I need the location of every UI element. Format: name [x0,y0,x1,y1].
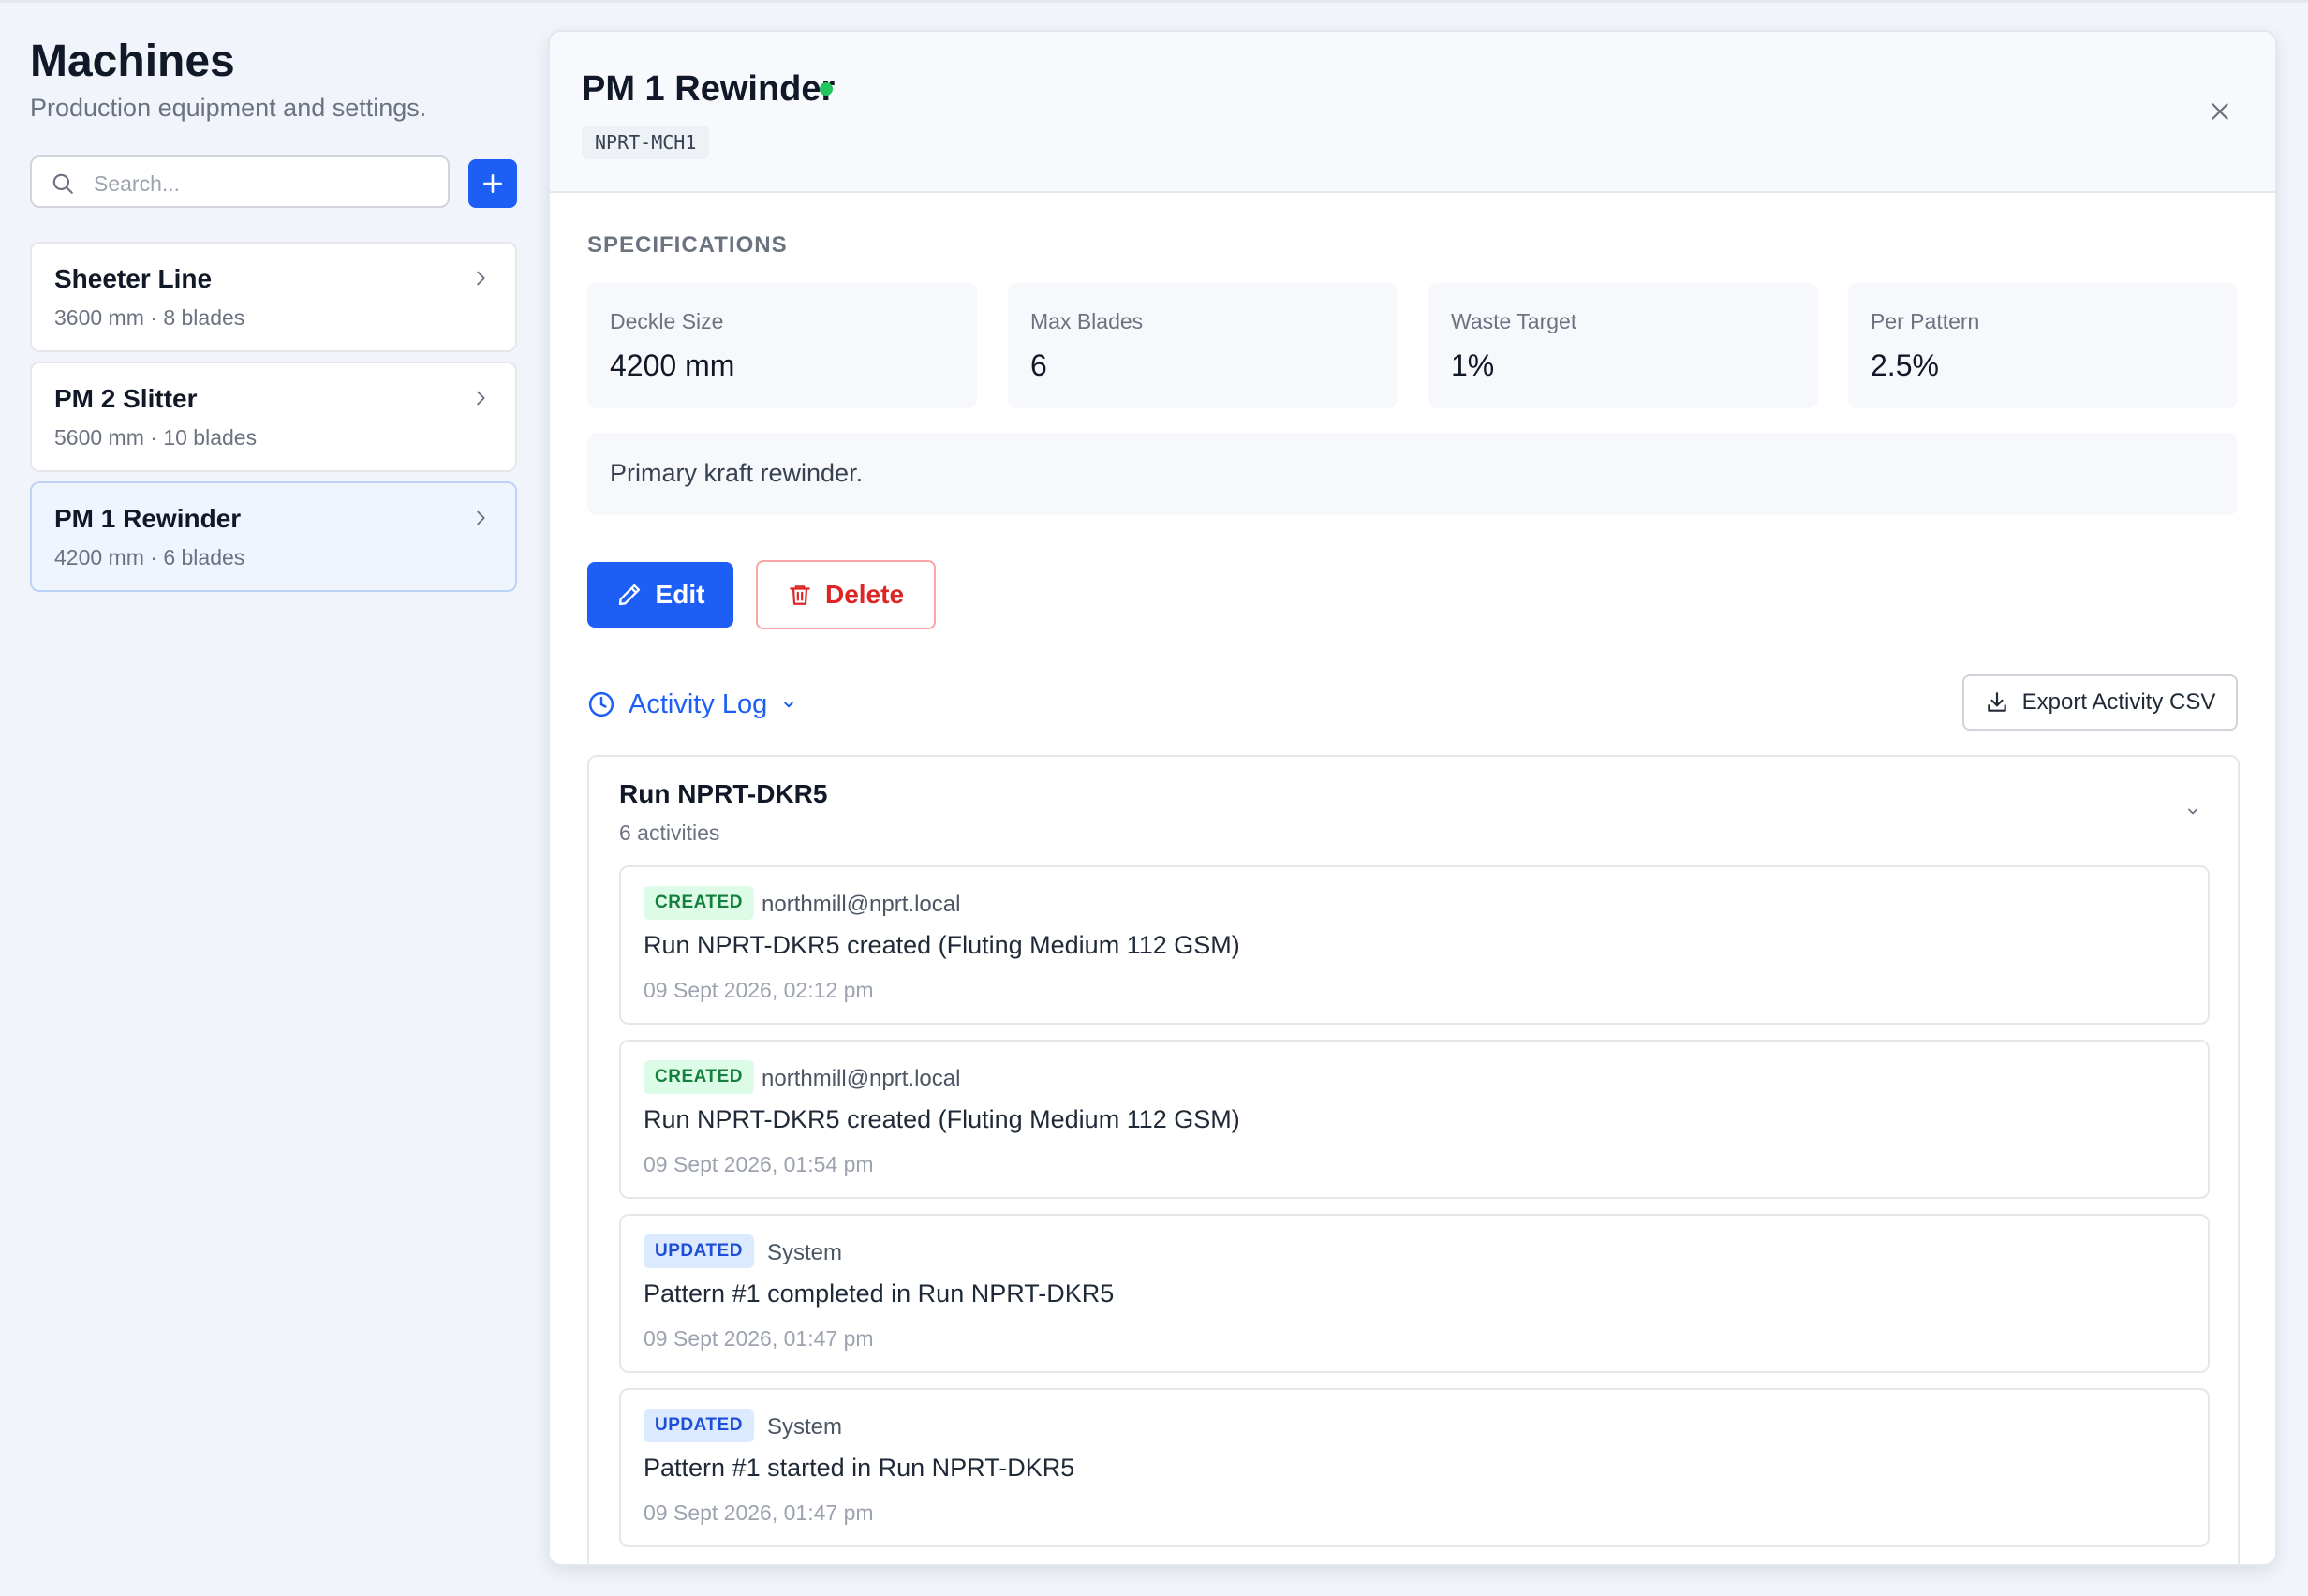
search-input[interactable] [92,167,433,200]
machine-description: Primary kraft rewinder. [587,433,2238,515]
search-row [30,155,517,212]
spec-value: 6 [1030,348,1047,382]
activity-type-badge: UPDATED [644,1409,754,1442]
activity-type-badge: UPDATED [644,1234,754,1268]
specifications-label: SPECIFICATIONS [587,232,788,258]
search-icon [52,173,73,194]
activity-message: Pattern #1 started in Run NPRT-DKR5 [644,1454,1075,1482]
chevron-right-icon [477,391,485,406]
detail-header: PM 1 Rewinder NPRT-MCH1 [550,32,2275,193]
edit-button[interactable]: Edit [587,562,733,628]
spec-value: 1% [1451,348,1495,382]
page-title: Machines [30,37,235,86]
activity-user: northmill@nprt.local [762,1066,961,1091]
spec-label: Per Pattern [1871,309,1980,333]
chevron-down-icon [784,702,794,708]
activity-time: 09 Sept 2026, 01:54 pm [644,1152,874,1176]
page-subtitle: Production equipment and settings. [30,94,427,122]
activity-time: 09 Sept 2026, 02:12 pm [644,978,874,1002]
clock-icon [588,691,614,717]
spec-label: Waste Target [1451,309,1577,333]
activity-item: CREATED northmill@nprt.local Run NPRT-DK… [619,865,2210,1025]
spec-max-blades: Max Blades 6 [1008,283,1398,408]
machine-name: PM 1 Rewinder [54,504,242,533]
activity-message: Pattern #1 completed in Run NPRT-DKR5 [644,1279,1115,1308]
activity-message: Run NPRT-DKR5 created (Fluting Medium 11… [644,1105,1240,1133]
activity-user: System [767,1240,843,1265]
chevron-right-icon [477,510,485,525]
download-icon [1987,692,2006,712]
delete-label: Delete [824,580,905,609]
close-icon[interactable] [2208,99,2232,124]
activity-log-label: Activity Log [629,688,768,719]
export-label: Export Activity CSV [2021,689,2216,715]
activity-time: 09 Sept 2026, 01:47 pm [644,1326,874,1351]
machine-code-badge: NPRT-MCH1 [582,126,710,159]
activity-type-badge: CREATED [644,1060,754,1094]
status-dot [820,82,833,96]
spec-per-pattern: Per Pattern 2.5% [1848,283,2238,408]
edit-label: Edit [655,580,705,609]
machine-card-sheeter-line[interactable]: Sheeter Line 3600 mm · 8 blades [30,242,517,352]
machine-card-pm1-rewinder[interactable]: PM 1 Rewinder 4200 mm · 6 blades [30,481,517,592]
top-border [0,0,2308,3]
machine-meta: 5600 mm · 10 blades [54,425,258,450]
description-text: Primary kraft rewinder. [610,459,864,487]
delete-button[interactable]: Delete [756,560,936,629]
spec-label: Max Blades [1030,309,1144,333]
chevron-right-icon [477,271,485,286]
machines-sidebar: Machines Production equipment and settin… [30,34,517,601]
detail-title: PM 1 Rewinder [582,69,836,109]
activity-list: CREATED northmill@nprt.local Run NPRT-DK… [619,865,2210,1562]
machine-detail-panel: PM 1 Rewinder NPRT-MCH1 SPECIFICATIONS D… [548,30,2277,1566]
activity-item: UPDATED System Pattern #1 completed in R… [619,1214,2210,1373]
machine-card-pm2-slitter[interactable]: PM 2 Slitter 5600 mm · 10 blades [30,362,517,472]
spec-deckle-size: Deckle Size 4200 mm [587,283,977,408]
plus-icon [483,174,502,193]
spec-label: Deckle Size [610,309,724,333]
spec-value: 2.5% [1871,348,1939,382]
spec-value: 4200 mm [610,348,735,382]
machine-name: PM 2 Slitter [54,384,198,413]
activity-user: northmill@nprt.local [762,892,961,917]
spec-waste-target: Waste Target 1% [1428,283,1818,408]
export-activity-csv-button[interactable]: Export Activity CSV [1962,674,2238,731]
activity-type-badge: CREATED [644,886,754,920]
activity-time: 09 Sept 2026, 01:47 pm [644,1500,874,1525]
run-title: Run NPRT-DKR5 [619,779,828,808]
trash-icon [790,585,810,605]
machine-meta: 4200 mm · 6 blades [54,545,245,569]
run-activity-group: Run NPRT-DKR5 6 activities CREATED north… [587,755,2240,1564]
machine-list: Sheeter Line 3600 mm · 8 blades PM 2 Sli… [30,242,517,592]
machine-meta: 3600 mm · 8 blades [54,305,245,330]
search-box[interactable] [30,155,450,208]
pencil-icon [618,584,640,606]
activity-user: System [767,1414,843,1440]
activity-log-toggle[interactable]: Activity Log [587,686,797,723]
activity-item: UPDATED System Pattern #1 started in Run… [619,1388,2210,1547]
machine-name: Sheeter Line [54,264,213,293]
chevron-down-icon[interactable] [2183,802,2202,820]
activity-item: CREATED northmill@nprt.local Run NPRT-DK… [619,1040,2210,1199]
add-machine-button[interactable] [468,159,517,208]
run-activity-count: 6 activities [619,820,720,845]
activity-message: Run NPRT-DKR5 created (Fluting Medium 11… [644,931,1240,959]
spec-grid: Deckle Size 4200 mm Max Blades 6 Waste T… [587,283,2238,408]
